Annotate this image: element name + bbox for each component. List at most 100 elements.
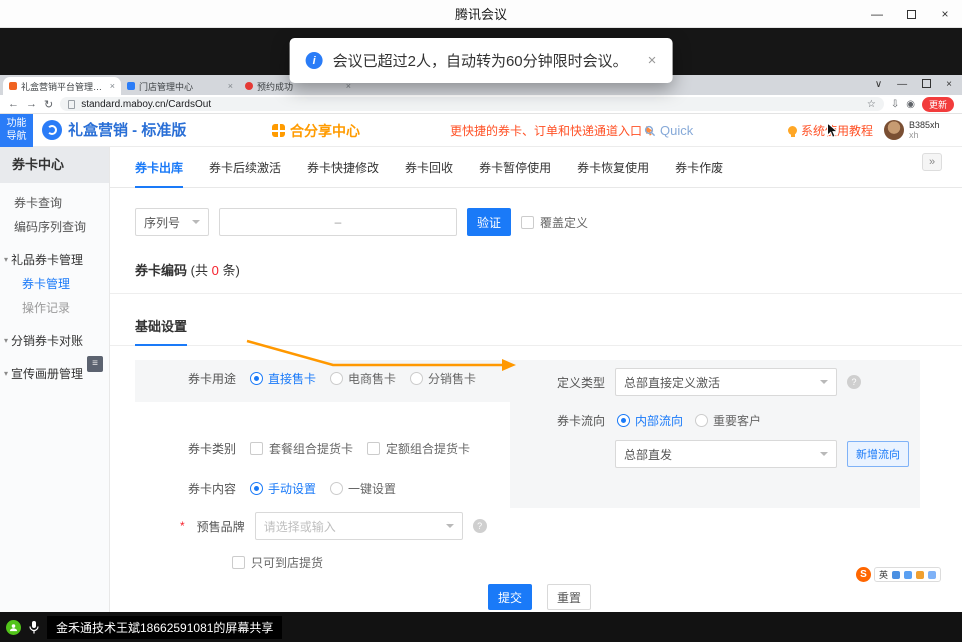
toast-close-icon[interactable]: × bbox=[648, 52, 657, 69]
tab-search-icon[interactable]: ∨ bbox=[875, 79, 882, 91]
keyboard-icon[interactable] bbox=[916, 571, 924, 579]
serial-range-input[interactable]: – bbox=[219, 208, 457, 236]
caret-down-icon: ▾ bbox=[4, 362, 8, 386]
submit-button[interactable]: 提交 bbox=[488, 584, 532, 610]
tutorial-link[interactable]: 系统使用教程 bbox=[788, 114, 873, 147]
checkbox-store-pickup-only[interactable]: 只可到店提货 bbox=[232, 554, 323, 571]
minimize-button[interactable]: — bbox=[860, 0, 894, 28]
radio-icon bbox=[250, 482, 263, 495]
nav-toggle-button[interactable]: 功能 导航 bbox=[0, 114, 33, 147]
flow-select[interactable]: 总部直发 bbox=[615, 440, 837, 468]
usage-label: 券卡用途 bbox=[188, 370, 236, 387]
screen-share-bar: 金禾通技术王斌18662591081的屏幕共享 bbox=[0, 612, 962, 642]
tab-close-icon[interactable]: × bbox=[228, 81, 233, 91]
star-icon[interactable]: ☆ bbox=[867, 99, 876, 110]
tab-card-restore[interactable]: 券卡恢复使用 bbox=[577, 159, 649, 187]
maximize-button[interactable] bbox=[894, 0, 928, 28]
page-icon bbox=[68, 100, 75, 109]
tab-card-outbound[interactable]: 券卡出库 bbox=[135, 159, 183, 188]
download-icon[interactable]: ⇩ bbox=[891, 99, 899, 110]
tab-favicon bbox=[127, 82, 135, 90]
required-mark: * bbox=[180, 519, 185, 533]
mic-icon[interactable] bbox=[904, 571, 912, 579]
tab-card-recycle[interactable]: 券卡回收 bbox=[405, 159, 453, 187]
sidebar-group-label: 礼品券卡管理 bbox=[11, 248, 83, 272]
category-label: 券卡类别 bbox=[188, 440, 236, 457]
chevron-down-icon bbox=[446, 524, 454, 528]
sidebar-group-distribution-reconcile[interactable]: ▾ 分销券卡对账 bbox=[0, 329, 109, 353]
override-define-checkbox[interactable]: 覆盖定义 bbox=[521, 214, 588, 231]
browser-update-button[interactable]: 更新 bbox=[922, 97, 954, 112]
radio-icon bbox=[330, 482, 343, 495]
sidebar-item-card-mgmt[interactable]: 券卡管理 bbox=[0, 272, 109, 296]
browser-tab-2[interactable]: 门店管理中心 × bbox=[121, 77, 239, 95]
panel-collapse-button[interactable]: » bbox=[922, 153, 942, 171]
browser-minimize-button[interactable]: — bbox=[897, 79, 907, 91]
browser-tab-1[interactable]: 礼盒营销平台管理中心 × bbox=[3, 77, 121, 95]
define-type-select[interactable]: 总部直接定义激活 bbox=[615, 368, 837, 396]
radio-icon bbox=[250, 372, 263, 385]
serial-type-select[interactable]: 序列号 bbox=[135, 208, 209, 236]
sidebar-item-operation-log[interactable]: 操作记录 bbox=[0, 296, 109, 320]
add-flow-button[interactable]: 新增流向 bbox=[847, 441, 909, 467]
ime-lang-toggle[interactable]: 英 bbox=[879, 568, 888, 581]
radio-manual-setting[interactable]: 手动设置 bbox=[250, 480, 316, 497]
titlebar: 腾讯会议 — × bbox=[0, 0, 962, 28]
quick-search[interactable]: Quick bbox=[644, 114, 693, 147]
tab-close-icon[interactable]: × bbox=[110, 81, 115, 91]
meeting-toast: i 会议已超过2人，自动转为60分钟限时会议。 × bbox=[290, 38, 673, 83]
toast-message: 会议已超过2人，自动转为60分钟限时会议。 bbox=[333, 50, 628, 71]
url-box[interactable]: standard.maboy.cn/CardsOut ☆ bbox=[60, 97, 884, 111]
toolbox-icon[interactable] bbox=[928, 571, 936, 579]
category-row: 券卡类别 套餐组合提货卡 定额组合提货卡 bbox=[188, 440, 470, 457]
share-center-link[interactable]: 合分享中心 bbox=[272, 114, 360, 147]
radio-label: 手动设置 bbox=[268, 480, 316, 497]
screen-share-stage: 礼盒营销平台管理中心 × 门店管理中心 × 预约成功 × ∨ — bbox=[0, 28, 962, 612]
radio-key-customer[interactable]: 重要客户 bbox=[695, 412, 761, 429]
radio-direct-sale[interactable]: 直接售卡 bbox=[250, 370, 316, 387]
tab-card-void[interactable]: 券卡作废 bbox=[675, 159, 723, 187]
flow-select-row: 总部直发 新增流向 bbox=[615, 440, 909, 468]
radio-one-click-setting[interactable]: 一键设置 bbox=[330, 480, 396, 497]
reset-button[interactable]: 重置 bbox=[547, 584, 591, 610]
user-avatar[interactable] bbox=[884, 120, 904, 140]
nav-toggle-line2: 导航 bbox=[7, 131, 27, 144]
help-icon[interactable]: ? bbox=[847, 375, 861, 389]
tab-card-quick-edit[interactable]: 券卡快捷修改 bbox=[307, 159, 379, 187]
tab-card-followup-activate[interactable]: 券卡后续激活 bbox=[209, 159, 281, 187]
radio-internal-flow[interactable]: 内部流向 bbox=[617, 412, 683, 429]
main-tabbar: 券卡出库 券卡后续激活 券卡快捷修改 券卡回收 券卡暂停使用 券卡恢复使用 券卡… bbox=[110, 147, 962, 188]
content-row: 券卡内容 手动设置 一键设置 bbox=[188, 480, 396, 497]
sidebar-collapse-handle[interactable]: ≡ bbox=[87, 356, 103, 372]
browser-maximize-button[interactable] bbox=[922, 79, 931, 91]
refresh-icon[interactable]: ↻ bbox=[44, 98, 53, 111]
verify-button[interactable]: 验证 bbox=[467, 208, 511, 236]
checkbox-fixed-combo-card[interactable]: 定额组合提货卡 bbox=[367, 440, 470, 457]
sidebar-group-label: 分销券卡对账 bbox=[11, 329, 83, 353]
mic-icon bbox=[28, 620, 40, 635]
pen-icon[interactable] bbox=[892, 571, 900, 579]
checkbox-package-combo-card[interactable]: 套餐组合提货卡 bbox=[250, 440, 353, 457]
share-center-label: 合分享中心 bbox=[290, 121, 360, 141]
quick-entry-link[interactable]: 更快捷的券卡、订单和快递通道入口 bbox=[450, 114, 656, 147]
close-button[interactable]: × bbox=[928, 0, 962, 28]
radio-label: 分销售卡 bbox=[428, 370, 476, 387]
browser-close-button[interactable]: × bbox=[946, 79, 952, 91]
serial-select-value: 序列号 bbox=[144, 214, 180, 231]
back-icon[interactable]: ← bbox=[8, 98, 19, 110]
profile-icon[interactable]: ◉ bbox=[906, 99, 915, 110]
tab-card-suspend[interactable]: 券卡暂停使用 bbox=[479, 159, 551, 187]
brand-select[interactable]: 请选择或输入 bbox=[255, 512, 463, 540]
sidebar-group-gift-card-mgmt[interactable]: ▾ 礼品券卡管理 bbox=[0, 248, 109, 272]
help-icon[interactable]: ? bbox=[473, 519, 487, 533]
section-divider bbox=[110, 293, 962, 294]
radio-ecommerce-sale[interactable]: 电商售卡 bbox=[330, 370, 396, 387]
sidebar-title: 券卡中心 bbox=[0, 147, 109, 183]
forward-icon[interactable]: → bbox=[26, 98, 37, 110]
radio-icon bbox=[330, 372, 343, 385]
ime-logo[interactable]: S bbox=[856, 567, 871, 582]
sidebar-item-card-query[interactable]: 券卡查询 bbox=[0, 191, 109, 215]
sidebar-item-code-sequence-query[interactable]: 编码序列查询 bbox=[0, 215, 109, 239]
tutorial-label: 系统使用教程 bbox=[801, 122, 873, 139]
radio-distribution-sale[interactable]: 分销售卡 bbox=[410, 370, 476, 387]
